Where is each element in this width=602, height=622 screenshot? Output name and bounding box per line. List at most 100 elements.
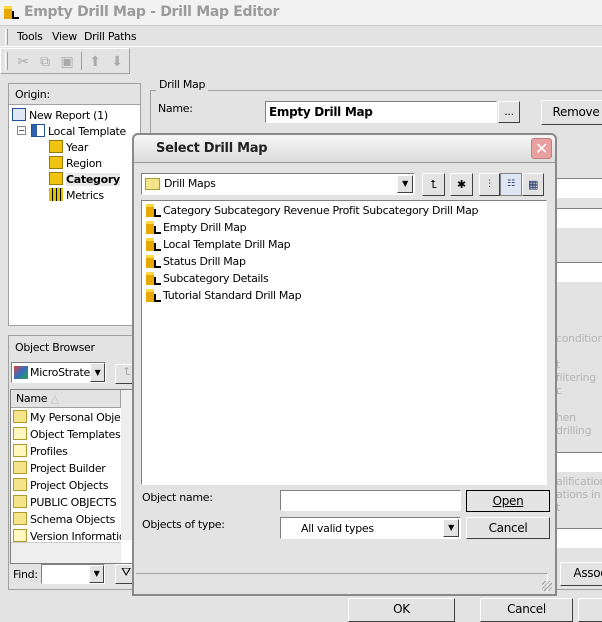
- origin-header: Origin:: [9, 84, 140, 105]
- move-down-icon[interactable]: ⬇: [109, 54, 125, 70]
- folder-icon: [13, 512, 27, 525]
- menu-bar: Tools View Drill Paths: [0, 27, 602, 47]
- menu-tools[interactable]: Tools: [17, 30, 43, 43]
- dialog-title-bar: Select Drill Map ✕: [134, 135, 555, 163]
- sort-ascending-icon: △: [50, 392, 59, 405]
- dialog-cancel-button[interactable]: Cancel: [466, 517, 550, 539]
- copy-icon[interactable]: ⧉: [37, 54, 53, 70]
- folder-select[interactable]: Drill Maps ▼: [141, 173, 415, 195]
- list-item[interactable]: Object Templates: [13, 427, 121, 441]
- folder-icon: [145, 178, 160, 190]
- tree-item-new-report[interactable]: New Report (1): [12, 108, 108, 122]
- chevron-down-icon[interactable]: ▼: [90, 363, 105, 382]
- chevron-down-icon[interactable]: ▼: [89, 565, 104, 583]
- object-browser-panel: Object Browser MicroStrategy ▼ ⮤ Name △ …: [8, 335, 139, 590]
- menu-drill-paths[interactable]: Drill Paths: [84, 30, 137, 43]
- attribute-cube-icon: [49, 140, 63, 153]
- dialog-title: Select Drill Map: [156, 141, 268, 156]
- drill-map-app-icon: [4, 6, 20, 20]
- report-grid-icon: [12, 108, 26, 121]
- bg-text: conditions: [556, 332, 602, 345]
- move-up-icon[interactable]: ⬆: [87, 54, 103, 70]
- title-bar: Empty Drill Map - Drill Map Editor: [0, 0, 602, 26]
- list-item[interactable]: Local Template Drill Map: [146, 238, 291, 251]
- cut-icon[interactable]: ✂: [15, 54, 31, 70]
- folder-icon: [13, 529, 27, 542]
- toolbar-grip[interactable]: [5, 52, 8, 70]
- metrics-icon: [49, 188, 63, 201]
- list-item[interactable]: Project Objects: [13, 478, 109, 492]
- objects-of-type-label: Objects of type:: [142, 518, 225, 531]
- toolbar-separator: [81, 52, 82, 70]
- details-view-icon[interactable]: ☷: [500, 173, 522, 196]
- remove-button[interactable]: Remove: [541, 100, 602, 125]
- personal-objects-icon: [13, 410, 27, 423]
- list-item[interactable]: Schema Objects: [13, 512, 115, 526]
- list-item[interactable]: Profiles: [13, 444, 68, 458]
- large-details-icon[interactable]: ▦: [522, 173, 544, 196]
- drill-map-icon: [146, 238, 161, 251]
- tree-item-year[interactable]: Year: [49, 140, 88, 154]
- folder-icon: [13, 478, 27, 491]
- menu-view[interactable]: View: [52, 30, 77, 43]
- ok-button[interactable]: OK: [348, 598, 455, 622]
- menu-grip[interactable]: [5, 29, 8, 45]
- list-item[interactable]: Category Subcategory Revenue Profit Subc…: [146, 204, 479, 217]
- collapse-toggle[interactable]: −: [17, 126, 26, 135]
- footer-cancel-button[interactable]: Cancel: [480, 598, 573, 622]
- chevron-down-icon[interactable]: ▼: [443, 519, 459, 537]
- chevron-down-icon[interactable]: ▼: [397, 175, 413, 193]
- folder-icon: [13, 427, 27, 440]
- drill-map-icon: [146, 289, 161, 302]
- bg-text: alifications: [556, 475, 602, 488]
- list-view-icon[interactable]: ⋮: [479, 173, 500, 196]
- column-header-name[interactable]: Name △: [11, 390, 121, 408]
- project-select[interactable]: MicroStrategy ▼: [11, 362, 106, 383]
- help-button[interactable]: [578, 598, 602, 622]
- folder-icon: [13, 444, 27, 457]
- folder-icon: [13, 495, 27, 508]
- objects-of-type-select[interactable]: All valid types ▼: [280, 517, 461, 539]
- tree-item-local-template[interactable]: Local Template: [31, 124, 126, 138]
- bg-field: [555, 528, 602, 548]
- open-button[interactable]: Open: [466, 490, 550, 512]
- drill-map-name-input[interactable]: Empty Drill Map: [265, 101, 497, 123]
- paste-icon[interactable]: ▣: [59, 54, 75, 70]
- window-title: Empty Drill Map - Drill Map Editor: [24, 4, 280, 20]
- object-list[interactable]: Name △ My Personal Objects Object Templa…: [10, 389, 136, 564]
- find-input[interactable]: ▼: [41, 564, 105, 584]
- object-name-label: Object name:: [142, 491, 213, 504]
- list-item[interactable]: Version Information: [13, 529, 132, 543]
- resize-grip-icon[interactable]: [542, 581, 552, 591]
- associate-button[interactable]: Assoc: [560, 562, 602, 586]
- list-item[interactable]: Empty Drill Map: [146, 221, 247, 234]
- drill-map-icon: [146, 272, 161, 285]
- list-item[interactable]: Status Drill Map: [146, 255, 246, 268]
- list-item[interactable]: My Personal Objects: [13, 410, 135, 424]
- drill-map-list[interactable]: Category Subcategory Revenue Profit Subc…: [141, 200, 547, 485]
- toolbar: ✂ ⧉ ▣ ⬆ ⬇: [0, 48, 130, 74]
- tree-item-category[interactable]: Category: [49, 172, 120, 186]
- project-icon: [14, 366, 28, 379]
- bg-field: [555, 262, 602, 282]
- list-item[interactable]: PUBLIC OBJECTS: [13, 495, 117, 509]
- browse-button[interactable]: ...: [498, 101, 520, 123]
- bg-text: t filtering c: [556, 358, 596, 397]
- tree-item-metrics[interactable]: Metrics: [49, 188, 104, 202]
- select-drill-map-dialog: Select Drill Map ✕ Drill Maps ▼ ⮤ ✱ ⋮ ☷ …: [132, 133, 557, 596]
- find-label: Find:: [13, 568, 38, 581]
- up-one-level-icon[interactable]: ⮤: [422, 173, 445, 196]
- drill-map-icon: [146, 255, 161, 268]
- horizontal-scrollbar[interactable]: [11, 542, 121, 563]
- tree-item-region[interactable]: Region: [49, 156, 102, 170]
- object-name-input[interactable]: [280, 490, 461, 511]
- bg-field: [555, 452, 602, 472]
- origin-panel: Origin: New Report (1) − Local Template …: [8, 83, 141, 326]
- new-folder-icon[interactable]: ✱: [450, 173, 473, 196]
- list-item[interactable]: Project Builder: [13, 461, 106, 475]
- object-browser-header: Object Browser: [15, 341, 95, 354]
- close-icon[interactable]: ✕: [531, 138, 552, 159]
- list-item[interactable]: Subcategory Details: [146, 272, 269, 285]
- origin-tree[interactable]: New Report (1) − Local Template Year Reg…: [9, 105, 140, 325]
- list-item[interactable]: Tutorial Standard Drill Map: [146, 289, 302, 302]
